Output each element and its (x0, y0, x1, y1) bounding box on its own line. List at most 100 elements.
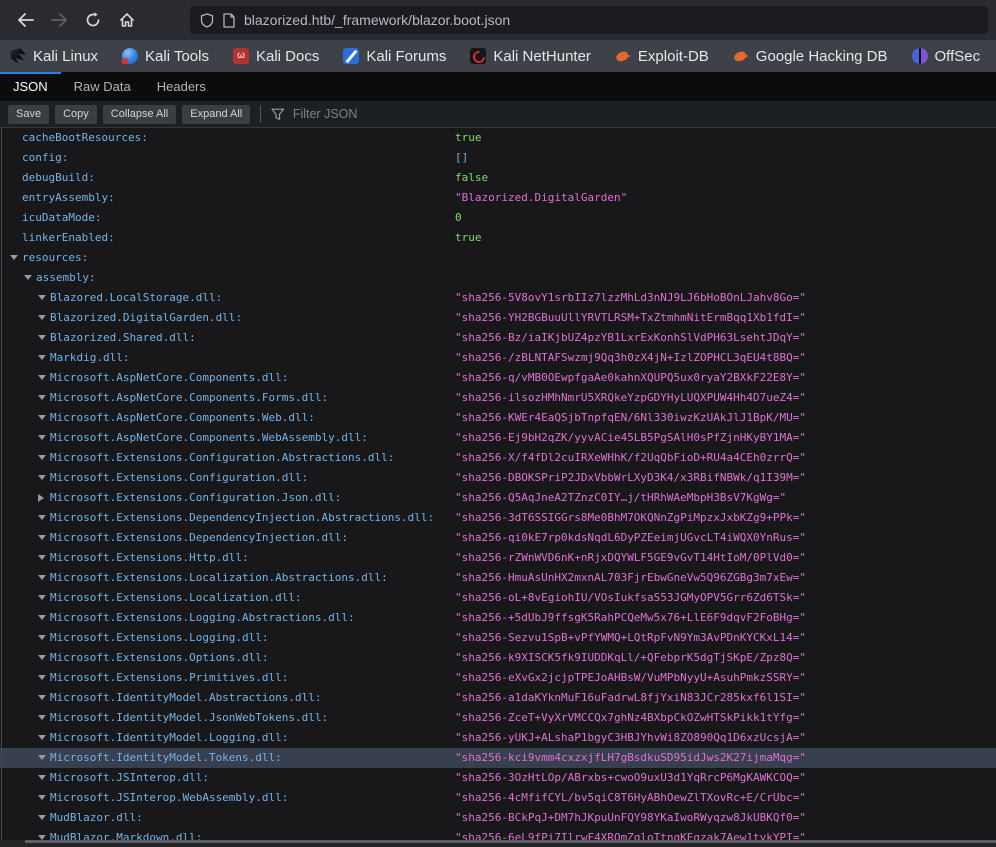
bookmark-item[interactable]: Kali Linux (10, 48, 98, 65)
json-row[interactable]: Microsoft.Extensions.Http.dllsha256-rZWn… (0, 548, 996, 568)
json-row[interactable]: entryAssemblyBlazorized.DigitalGarden (0, 188, 996, 208)
expander-expanded-icon[interactable] (38, 788, 50, 808)
expander-collapsed-icon[interactable] (38, 488, 50, 508)
expand-all-button[interactable]: Expand All (182, 105, 250, 124)
json-row[interactable]: Microsoft.Extensions.Configuration.Abstr… (0, 448, 996, 468)
json-row[interactable]: Blazorized.Shared.dllsha256-Bz/iaIKjbUZ4… (0, 328, 996, 348)
page-info-icon[interactable] (223, 13, 235, 28)
bookmark-item[interactable]: Kali Forums (343, 48, 446, 65)
expander-expanded-icon[interactable] (24, 268, 36, 288)
expander-expanded-icon[interactable] (38, 808, 50, 828)
reload-button[interactable] (76, 5, 110, 35)
json-row[interactable]: cacheBootResourcestrue (0, 128, 996, 148)
json-row[interactable]: Microsoft.Extensions.DependencyInjection… (0, 528, 996, 548)
json-row[interactable]: Microsoft.Extensions.Logging.dllsha256-S… (0, 628, 996, 648)
json-row[interactable]: assembly (0, 268, 996, 288)
bookmark-item[interactable]: OffSec (912, 48, 981, 65)
json-row[interactable]: Microsoft.Extensions.Localization.dllsha… (0, 588, 996, 608)
bookmark-item[interactable]: Kali Docs (233, 48, 319, 65)
json-row[interactable]: Blazorized.DigitalGarden.dllsha256-YH2BG… (0, 308, 996, 328)
json-row[interactable]: Microsoft.JSInterop.WebAssembly.dllsha25… (0, 788, 996, 808)
shield-icon[interactable] (200, 13, 214, 28)
expander-expanded-icon[interactable] (38, 668, 50, 688)
tab-headers[interactable]: Headers (144, 72, 219, 101)
json-row[interactable]: Microsoft.Extensions.Options.dllsha256-k… (0, 648, 996, 668)
expander-expanded-icon[interactable] (38, 608, 50, 628)
json-row[interactable]: Microsoft.AspNetCore.Components.WebAssem… (0, 428, 996, 448)
json-row[interactable]: Microsoft.Extensions.Primitives.dllsha25… (0, 668, 996, 688)
collapse-all-button[interactable]: Collapse All (103, 105, 176, 124)
filter-json-input[interactable] (293, 107, 988, 121)
expander-expanded-icon[interactable] (38, 628, 50, 648)
json-row[interactable]: config[] (0, 148, 996, 168)
expander-expanded-icon[interactable] (38, 648, 50, 668)
json-row[interactable]: Microsoft.Extensions.Logging.Abstraction… (0, 608, 996, 628)
json-key: Microsoft.Extensions.DependencyInjection… (50, 511, 434, 524)
expander-expanded-icon[interactable] (38, 328, 50, 348)
expander-expanded-icon[interactable] (38, 368, 50, 388)
bookmark-item[interactable]: Kali NetHunter (470, 48, 591, 65)
json-value: sha256-3OzHtLOp/ABrxbs+cwoO9uxU3d1YqRrcP… (455, 768, 806, 788)
json-row[interactable]: MudBlazor.dllsha256-BCkPqJ+DM7hJKpuUnFQY… (0, 808, 996, 828)
json-row[interactable]: Markdig.dllsha256-/zBLNTAFSwzmj9Qq3h0zX4… (0, 348, 996, 368)
expander-expanded-icon[interactable] (38, 388, 50, 408)
expander-expanded-icon[interactable] (38, 408, 50, 428)
json-value: Blazorized.DigitalGarden (455, 188, 627, 208)
json-row[interactable]: debugBuildfalse (0, 168, 996, 188)
json-row[interactable]: Microsoft.AspNetCore.Components.Forms.dl… (0, 388, 996, 408)
json-row[interactable]: Microsoft.JSInterop.dllsha256-3OzHtLOp/A… (0, 768, 996, 788)
json-value: sha256-X/f4fDl2cuIRXeWHhK/f2UqQbFioD+RU4… (455, 448, 806, 468)
save-button[interactable]: Save (8, 105, 49, 124)
json-value: true (455, 228, 482, 248)
expander-expanded-icon[interactable] (38, 508, 50, 528)
bookmark-item[interactable]: Exploit-DB (615, 48, 709, 65)
json-value: sha256-YH2BGBuuUllYRVTLRSM+TxZtmhmNitErm… (455, 308, 806, 328)
json-row[interactable]: Microsoft.Extensions.Configuration.Json.… (0, 488, 996, 508)
expander-expanded-icon[interactable] (38, 308, 50, 328)
expander-spacer (10, 168, 22, 188)
json-row[interactable]: Microsoft.AspNetCore.Components.Web.dlls… (0, 408, 996, 428)
expander-expanded-icon[interactable] (38, 348, 50, 368)
home-button[interactable] (110, 5, 144, 35)
back-button[interactable] (8, 5, 42, 35)
bookmark-item[interactable]: Google Hacking DB (733, 48, 888, 65)
expander-expanded-icon[interactable] (38, 468, 50, 488)
json-row[interactable]: icuDataMode0 (0, 208, 996, 228)
expander-expanded-icon[interactable] (38, 768, 50, 788)
expander-expanded-icon[interactable] (38, 708, 50, 728)
forward-button[interactable] (42, 5, 76, 35)
expander-expanded-icon[interactable] (38, 288, 50, 308)
json-row[interactable]: Blazored.LocalStorage.dllsha256-5V8ovY1s… (0, 288, 996, 308)
bookmark-item[interactable]: Kali Tools (122, 48, 209, 65)
tab-raw-data[interactable]: Raw Data (61, 72, 144, 101)
url-bar[interactable]: blazorized.htb/_framework/blazor.boot.js… (190, 6, 988, 34)
json-key: Microsoft.Extensions.Configuration.Abstr… (50, 451, 394, 464)
expander-expanded-icon[interactable] (10, 248, 22, 268)
json-row[interactable]: Microsoft.IdentityModel.Logging.dllsha25… (0, 728, 996, 748)
json-row[interactable]: resources (0, 248, 996, 268)
expander-expanded-icon[interactable] (38, 428, 50, 448)
json-row[interactable]: linkerEnabledtrue (0, 228, 996, 248)
json-row[interactable]: Microsoft.IdentityModel.JsonWebTokens.dl… (0, 708, 996, 728)
expander-expanded-icon[interactable] (38, 688, 50, 708)
json-row[interactable]: Microsoft.Extensions.DependencyInjection… (0, 508, 996, 528)
expander-expanded-icon[interactable] (38, 748, 50, 768)
back-arrow-icon (19, 14, 33, 26)
expander-expanded-icon[interactable] (38, 728, 50, 748)
expander-expanded-icon[interactable] (38, 568, 50, 588)
json-row[interactable]: Microsoft.Extensions.Configuration.dllsh… (0, 468, 996, 488)
json-viewer-toolbar: Save Copy Collapse All Expand All (0, 101, 996, 128)
json-value: sha256-yUKJ+ALshaP1bgyC3HBJYhvWi8ZO890Qq… (455, 728, 806, 748)
json-key: Microsoft.Extensions.Logging.Abstraction… (50, 611, 355, 624)
json-row[interactable]: Microsoft.IdentityModel.Tokens.dllsha256… (0, 748, 996, 768)
copy-button[interactable]: Copy (55, 105, 97, 124)
json-row[interactable]: Microsoft.IdentityModel.Abstractions.dll… (0, 688, 996, 708)
horizontal-scrollbar-thumb[interactable] (25, 840, 996, 843)
tab-json[interactable]: JSON (0, 72, 61, 101)
expander-expanded-icon[interactable] (38, 448, 50, 468)
expander-expanded-icon[interactable] (38, 588, 50, 608)
json-row[interactable]: Microsoft.AspNetCore.Components.dllsha25… (0, 368, 996, 388)
expander-expanded-icon[interactable] (38, 528, 50, 548)
json-row[interactable]: Microsoft.Extensions.Localization.Abstra… (0, 568, 996, 588)
expander-expanded-icon[interactable] (38, 548, 50, 568)
